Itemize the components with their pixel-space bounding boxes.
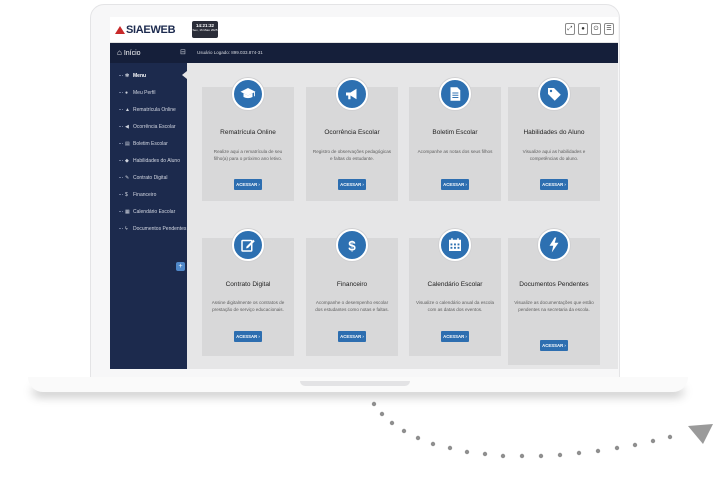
app-logo[interactable]: SIAEWEB bbox=[115, 24, 176, 36]
card-description: Registro de observações pedagógicas e fa… bbox=[312, 149, 392, 161]
card-title: Calendário Escolar bbox=[427, 281, 483, 288]
laptop-notch bbox=[300, 381, 410, 386]
sidebar-item-meu-perfil[interactable]: ● Meu Perfil bbox=[110, 84, 187, 101]
access-button[interactable]: ACESSAR › bbox=[441, 331, 469, 342]
add-button[interactable]: + bbox=[176, 262, 185, 271]
card-description: Realize aqui a rematrícula de seu filho(… bbox=[213, 149, 283, 161]
card-tag: Habilidades do Aluno Visualize aqui as ha… bbox=[508, 78, 600, 201]
megaphone-icon: ◀ bbox=[125, 123, 129, 130]
dotted-arrow-decoration bbox=[371, 401, 713, 459]
card-description: Assine digitalmente os contratos de pres… bbox=[211, 300, 285, 312]
tag-icon: ◆ bbox=[125, 157, 129, 164]
top-bar: SIAEWEB 14:21:32 Sex, 16 Maio 2025 ⤢ ● ⏻… bbox=[110, 17, 618, 43]
access-button[interactable]: ACESSAR › bbox=[234, 179, 262, 190]
main-header: ⌂ Início ⊟ Usuário Logado: 899.033.874-31 bbox=[110, 43, 618, 63]
card-bolt: Documentos Pendentes Visualize as documen… bbox=[508, 229, 600, 365]
megaphone-icon bbox=[336, 78, 368, 110]
sidebar-item-label: Documentos Pendentes bbox=[133, 225, 187, 232]
edit-icon bbox=[232, 229, 264, 261]
sidebar-item-label: Menu bbox=[133, 72, 147, 79]
logout-icon[interactable]: ⏻ bbox=[591, 23, 601, 35]
home-icon: ⌂ bbox=[117, 48, 122, 57]
sidebar-item-label: Financeiro bbox=[133, 191, 157, 198]
card-description: Acompanhe as notas dos seus filhos bbox=[417, 149, 493, 154]
home-link[interactable]: ⌂ Início bbox=[117, 48, 141, 57]
sidebar-item-rematricula-online[interactable]: ▲ Rematrícula Online bbox=[110, 101, 187, 118]
user-icon: ● bbox=[125, 89, 129, 96]
access-button[interactable]: ACESSAR › bbox=[441, 179, 469, 190]
sidebar-item-label: Ocorrência Escolar bbox=[133, 123, 176, 130]
access-button[interactable]: ACESSAR › bbox=[234, 331, 262, 342]
sidebar-item-label: Contrato Digital bbox=[133, 174, 168, 181]
toolbar-icons: ⤢ ● ⏻ ☰ bbox=[565, 23, 614, 35]
dollar-icon: $ bbox=[336, 229, 368, 261]
bolt-icon: ϟ bbox=[125, 225, 128, 232]
document-icon: ▤ bbox=[125, 140, 130, 147]
sidebar-item-financeiro[interactable]: $ Financeiro bbox=[110, 186, 187, 203]
access-button[interactable]: ACESSAR › bbox=[338, 179, 366, 190]
clock-widget: 14:21:32 Sex, 16 Maio 2025 bbox=[192, 21, 218, 38]
dollar-icon: $ bbox=[125, 191, 128, 198]
sidebar-item-label: Meu Perfil bbox=[133, 89, 156, 96]
sidebar-collapse-button[interactable]: ⊟ bbox=[180, 48, 186, 56]
calendar-icon: ▦ bbox=[125, 208, 130, 215]
sidebar: ✻ Menu ● Meu Perfil ▲ Rematrícula Online ◀ Ocor… bbox=[110, 63, 187, 369]
logged-user-label: Usuário Logado: 899.033.874-31 bbox=[197, 50, 263, 55]
sidebar-item-label: Habilidades do Aluno bbox=[133, 157, 180, 164]
sidebar-item-contrato-digital[interactable]: ✎ Contrato Digital bbox=[110, 169, 187, 186]
card-description: Visualize as documentações que estão pen… bbox=[514, 300, 594, 312]
card-description: Acompanhe o desempenho escolar dos estud… bbox=[315, 300, 389, 312]
gear-icon: ✻ bbox=[125, 72, 130, 79]
sidebar-nav: ✻ Menu ● Meu Perfil ▲ Rematrícula Online ◀ Ocor… bbox=[110, 67, 187, 237]
card-title: Financeiro bbox=[336, 281, 368, 288]
sidebar-item-menu[interactable]: ✻ Menu bbox=[110, 67, 187, 84]
card-megaphone: Ocorrência Escolar Registro de observaçõe… bbox=[306, 78, 398, 201]
access-button[interactable]: ACESSAR › bbox=[540, 179, 568, 190]
card-description: Visualize o calendário anual da escola c… bbox=[415, 300, 495, 312]
card-title: Boletim Escolar bbox=[432, 129, 478, 136]
card-title: Ocorrência Escolar bbox=[324, 129, 380, 136]
access-button[interactable]: ACESSAR › bbox=[540, 340, 568, 351]
card-title: Rematrícula Online bbox=[220, 129, 276, 136]
graduation-cap-icon bbox=[232, 78, 264, 110]
card-title: Contrato Digital bbox=[225, 281, 271, 288]
card-title: Documentos Pendentes bbox=[519, 281, 589, 288]
card-dollar: $ Financeiro Acompanhe o desempenho escola… bbox=[306, 229, 398, 356]
sidebar-item-documentos-pendentes[interactable]: ϟ Documentos Pendentes bbox=[110, 220, 187, 237]
menu-icon[interactable]: ☰ bbox=[604, 23, 614, 35]
card-graduation-cap: Rematrícula Online Realize aqui a rematrí… bbox=[202, 78, 294, 201]
sidebar-item-habilidades-do-aluno[interactable]: ◆ Habilidades do Aluno bbox=[110, 152, 187, 169]
graduation-cap-icon: ▲ bbox=[125, 106, 130, 113]
card-edit: Contrato Digital Assine digitalmente os c… bbox=[202, 229, 294, 356]
sidebar-item-label: Boletim Escolar bbox=[133, 140, 168, 147]
access-button[interactable]: ACESSAR › bbox=[338, 331, 366, 342]
sidebar-item-calendario-escolar[interactable]: ▦ Calendário Escolar bbox=[110, 203, 187, 220]
app-screen: SIAEWEB 14:21:32 Sex, 16 Maio 2025 ⤢ ● ⏻… bbox=[110, 17, 618, 369]
sidebar-item-label: Calendário Escolar bbox=[133, 208, 176, 215]
expand-icon[interactable]: ⤢ bbox=[565, 23, 575, 35]
svg-text:$: $ bbox=[348, 238, 356, 253]
card-document: Boletim Escolar Acompanhe as notas dos se… bbox=[409, 78, 501, 201]
edit-icon: ✎ bbox=[125, 174, 130, 181]
user-icon[interactable]: ● bbox=[578, 23, 588, 35]
sidebar-item-boletim-escolar[interactable]: ▤ Boletim Escolar bbox=[110, 135, 187, 152]
card-description: Visualize aqui as habilidades e competên… bbox=[522, 149, 586, 161]
sidebar-item-ocorrencia-escolar[interactable]: ◀ Ocorrência Escolar bbox=[110, 118, 187, 135]
clock-date: Sex, 16 Maio 2025 bbox=[192, 28, 218, 32]
tag-icon bbox=[538, 78, 570, 110]
card-calendar: Calendário Escolar Visualize o calendário… bbox=[409, 229, 501, 356]
card-title: Habilidades do Aluno bbox=[523, 129, 585, 136]
bolt-icon bbox=[538, 229, 570, 261]
logo-mark-icon bbox=[115, 26, 125, 34]
calendar-icon bbox=[439, 229, 471, 261]
document-icon bbox=[439, 78, 471, 110]
sidebar-item-label: Rematrícula Online bbox=[133, 106, 176, 113]
